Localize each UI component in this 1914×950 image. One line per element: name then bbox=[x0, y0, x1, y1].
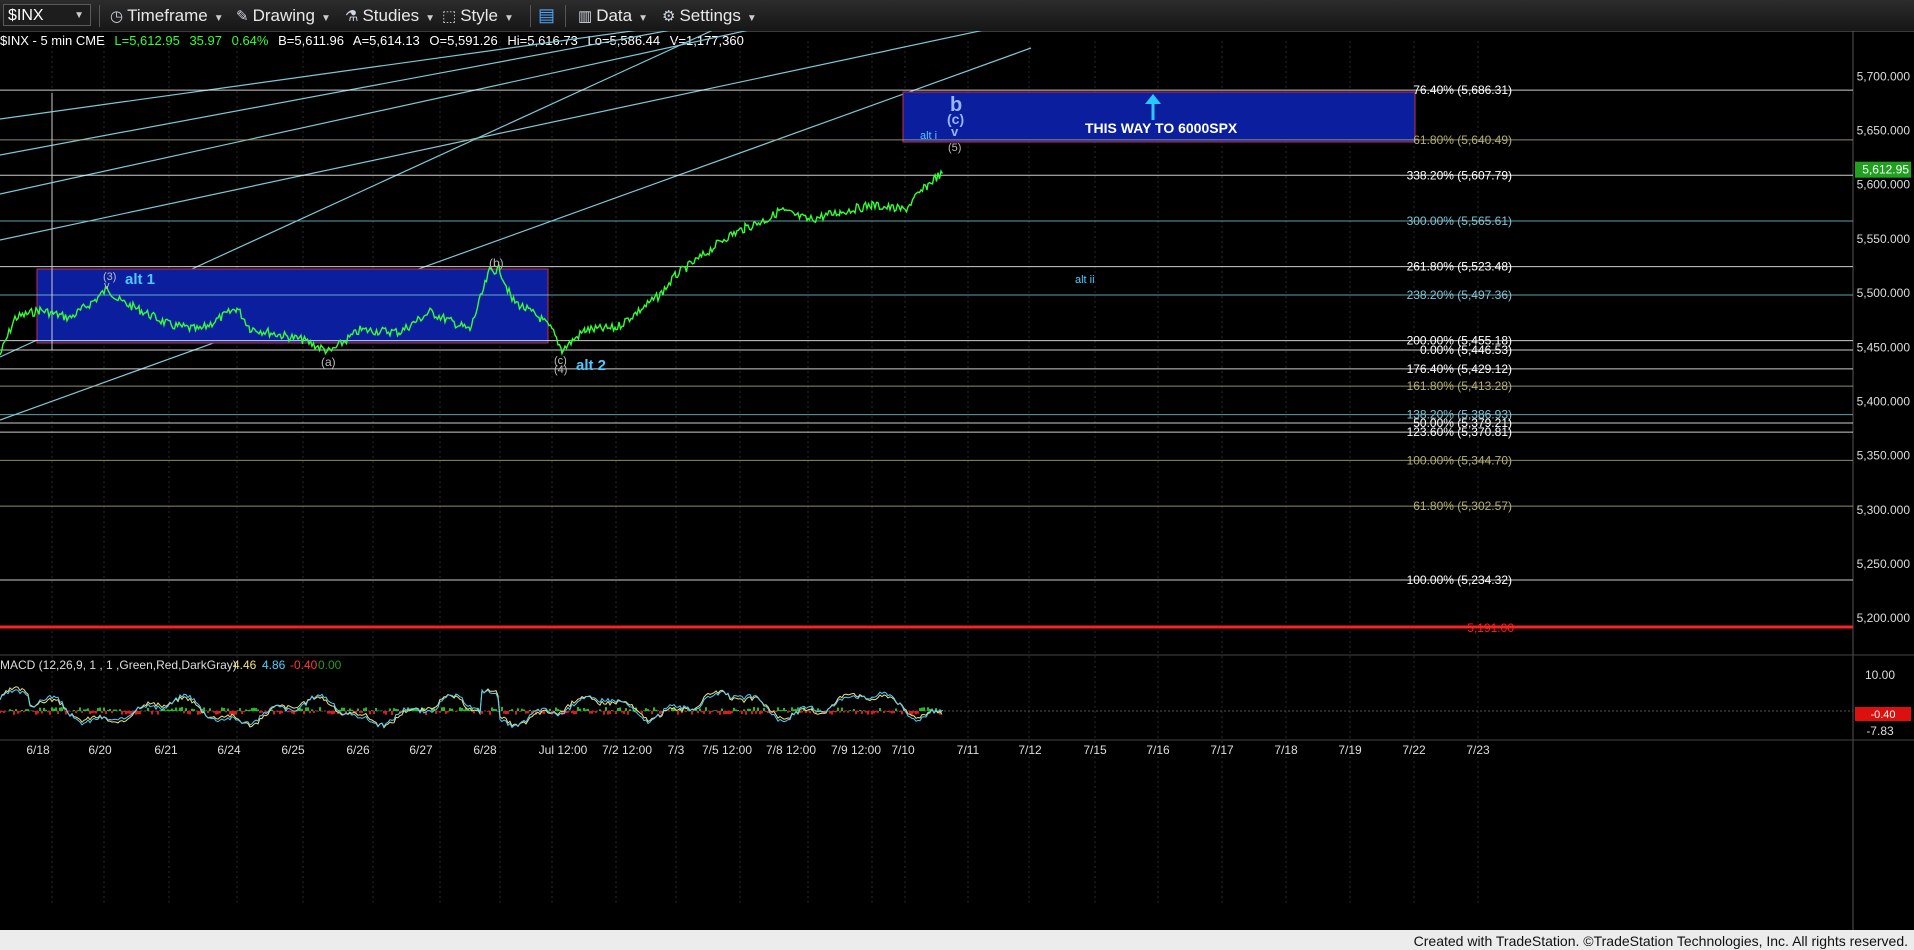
x-axis-tick-label: 7/5 12:00 bbox=[702, 743, 752, 757]
x-axis-tick-label: 7/23 bbox=[1466, 743, 1490, 757]
bar-chart-icon: ▥ bbox=[578, 8, 593, 25]
macd-axis-label: -7.83 bbox=[1866, 724, 1894, 738]
price-axis-label: 5,500.000 bbox=[1857, 286, 1911, 300]
x-axis-tick-label: 7/10 bbox=[891, 743, 915, 757]
fib-level-label: 76.40% (5,686.31) bbox=[1413, 83, 1512, 97]
price-axis-label: 5,350.000 bbox=[1857, 449, 1911, 463]
wave-annotation: (b) bbox=[489, 256, 504, 270]
x-axis-tick-label: 6/28 bbox=[473, 743, 497, 757]
wave-annotation: v bbox=[951, 124, 959, 139]
price-axis-label: 5,550.000 bbox=[1857, 232, 1911, 246]
macd-value-zero: 0.00 bbox=[318, 658, 342, 672]
x-axis-tick-label: 7/3 bbox=[668, 743, 685, 757]
fib-level-label: 238.20% (5,497.36) bbox=[1407, 288, 1512, 302]
x-axis-tick-label: 7/8 12:00 bbox=[766, 743, 816, 757]
x-axis-tick-label: 7/9 12:00 bbox=[831, 743, 881, 757]
x-axis-tick-label: Jul 12:00 bbox=[539, 743, 588, 757]
fib-level-label: 261.80% (5,523.48) bbox=[1407, 260, 1512, 274]
x-axis-tick-label: 7/12 bbox=[1018, 743, 1042, 757]
footer-credit: Created with TradeStation. ©TradeStation… bbox=[1413, 933, 1908, 949]
fib-level-label: 338.20% (5,607.79) bbox=[1407, 168, 1512, 182]
trend-line bbox=[0, 47, 1032, 421]
x-axis-tick-label: 7/15 bbox=[1083, 743, 1107, 757]
chevron-down-icon: ▼ bbox=[638, 13, 649, 24]
fib-level-label: 100.00% (5,344.70) bbox=[1407, 453, 1512, 467]
clock-icon: ◷ bbox=[110, 8, 124, 25]
macd-label: MACD (12,26,9, 1 , 1 ,Green,Red,DarkGray… bbox=[0, 658, 237, 672]
x-axis-tick-label: 6/20 bbox=[88, 743, 112, 757]
price-axis-label: 5,400.000 bbox=[1857, 394, 1911, 408]
wave-annotation: alt i bbox=[920, 130, 937, 142]
price-chart[interactable]: 76.40% (5,686.31) 61.80% (5,640.49) 338.20… bbox=[0, 31, 1914, 930]
toolbar-divider bbox=[99, 5, 100, 27]
chevron-down-icon: ▼ bbox=[746, 13, 757, 24]
x-axis-tick-label: 7/16 bbox=[1146, 743, 1170, 757]
x-axis-tick-label: 6/26 bbox=[346, 743, 370, 757]
x-axis-tick-label: 6/18 bbox=[26, 743, 50, 757]
chevron-down-icon: ▼ bbox=[425, 13, 436, 24]
chevron-down-icon: ▼ bbox=[320, 13, 331, 24]
x-axis-tick-label: 7/2 12:00 bbox=[602, 743, 652, 757]
toolbar-divider bbox=[565, 5, 566, 27]
x-axis-tick-label: 6/21 bbox=[154, 743, 178, 757]
timeframe-button[interactable]: ◷ Timeframe ▼ bbox=[110, 0, 224, 31]
chevron-down-icon: ▼ bbox=[503, 13, 514, 24]
price-axis-label: 5,600.000 bbox=[1857, 178, 1911, 192]
style-button[interactable]: ⬚ Style ▼ bbox=[442, 0, 514, 31]
wave-annotation: (4) bbox=[554, 364, 567, 376]
x-axis-tick-label: 7/17 bbox=[1210, 743, 1234, 757]
gear-icon: ⚙ bbox=[662, 8, 676, 25]
drawing-button[interactable]: ✎ Drawing ▼ bbox=[236, 0, 331, 31]
chevron-down-icon: ▼ bbox=[74, 10, 84, 21]
macd-value-macd: 4.46 bbox=[233, 658, 257, 672]
wave-annotation: (a) bbox=[321, 355, 336, 369]
fib-level-label: 300.00% (5,565.61) bbox=[1407, 214, 1512, 228]
layout-icon[interactable]: ▤ bbox=[538, 0, 555, 31]
fib-level-label: 123.60% (5,370.81) bbox=[1407, 425, 1512, 439]
fib-level-label: 61.80% (5,640.49) bbox=[1413, 133, 1512, 147]
price-axis-label: 5,200.000 bbox=[1857, 611, 1911, 625]
wave-annotation: alt ii bbox=[1075, 274, 1095, 286]
trend-line bbox=[0, 31, 983, 241]
macd-current-label: -0.40 bbox=[1870, 709, 1895, 721]
price-axis-label: 5,300.000 bbox=[1857, 503, 1911, 517]
fib-level-label: 100.00% (5,234.32) bbox=[1407, 573, 1512, 587]
price-axis-label: 5,250.000 bbox=[1857, 557, 1911, 571]
macd-value-signal: 4.86 bbox=[262, 658, 286, 672]
x-axis-tick-label: 7/22 bbox=[1402, 743, 1426, 757]
wave-annotation: (5) bbox=[948, 142, 961, 154]
flask-icon: ⚗ bbox=[345, 8, 359, 25]
fib-level-label: 176.40% (5,429.12) bbox=[1407, 362, 1512, 376]
red-level-label: 5,191.00 bbox=[1467, 621, 1514, 635]
x-axis-tick-label: 6/25 bbox=[281, 743, 305, 757]
toolbar-divider bbox=[530, 5, 531, 27]
price-axis-label: 5,700.000 bbox=[1857, 69, 1911, 83]
price-axis-label: 5,450.000 bbox=[1857, 340, 1911, 354]
chevron-down-icon: ▼ bbox=[213, 13, 224, 24]
price-axis-label: 5,650.000 bbox=[1857, 124, 1911, 138]
wave-annotation: alt 2 bbox=[576, 357, 606, 374]
last-price-label: 5,612.95 bbox=[1862, 163, 1909, 177]
pencil-icon: ✎ bbox=[236, 8, 249, 25]
x-axis-tick-label: 6/27 bbox=[409, 743, 433, 757]
fib-level-label: 61.80% (5,302.57) bbox=[1413, 499, 1512, 513]
macd-value-hist: -0.40 bbox=[290, 658, 318, 672]
settings-button[interactable]: ⚙ Settings ▼ bbox=[662, 0, 757, 31]
style-icon: ⬚ bbox=[442, 8, 457, 25]
target-label: THIS WAY TO 6000SPX bbox=[1085, 120, 1238, 136]
data-button[interactable]: ▥ Data ▼ bbox=[578, 0, 648, 31]
symbol-input[interactable]: $INX ▼ bbox=[3, 4, 91, 26]
x-axis-tick-label: 7/18 bbox=[1274, 743, 1298, 757]
wave-annotation: v bbox=[104, 280, 110, 292]
macd-axis-label: 10.00 bbox=[1865, 668, 1895, 682]
fib-level-label: 161.80% (5,413.28) bbox=[1407, 379, 1512, 393]
symbol-value: $INX bbox=[8, 7, 44, 24]
wave-annotation: alt 1 bbox=[125, 271, 155, 288]
x-axis-tick-label: 6/24 bbox=[217, 743, 241, 757]
x-axis-tick-label: 7/19 bbox=[1338, 743, 1362, 757]
x-axis-tick-label: 7/11 bbox=[957, 743, 980, 757]
fib-level-label: 0.00% (5,446.53) bbox=[1420, 343, 1512, 357]
studies-button[interactable]: ⚗ Studies ▼ bbox=[345, 0, 435, 31]
toolbar: $INX ▼ ◷ Timeframe ▼ ✎ Drawing ▼ ⚗ Studies ▼ ⬚… bbox=[0, 0, 1914, 32]
